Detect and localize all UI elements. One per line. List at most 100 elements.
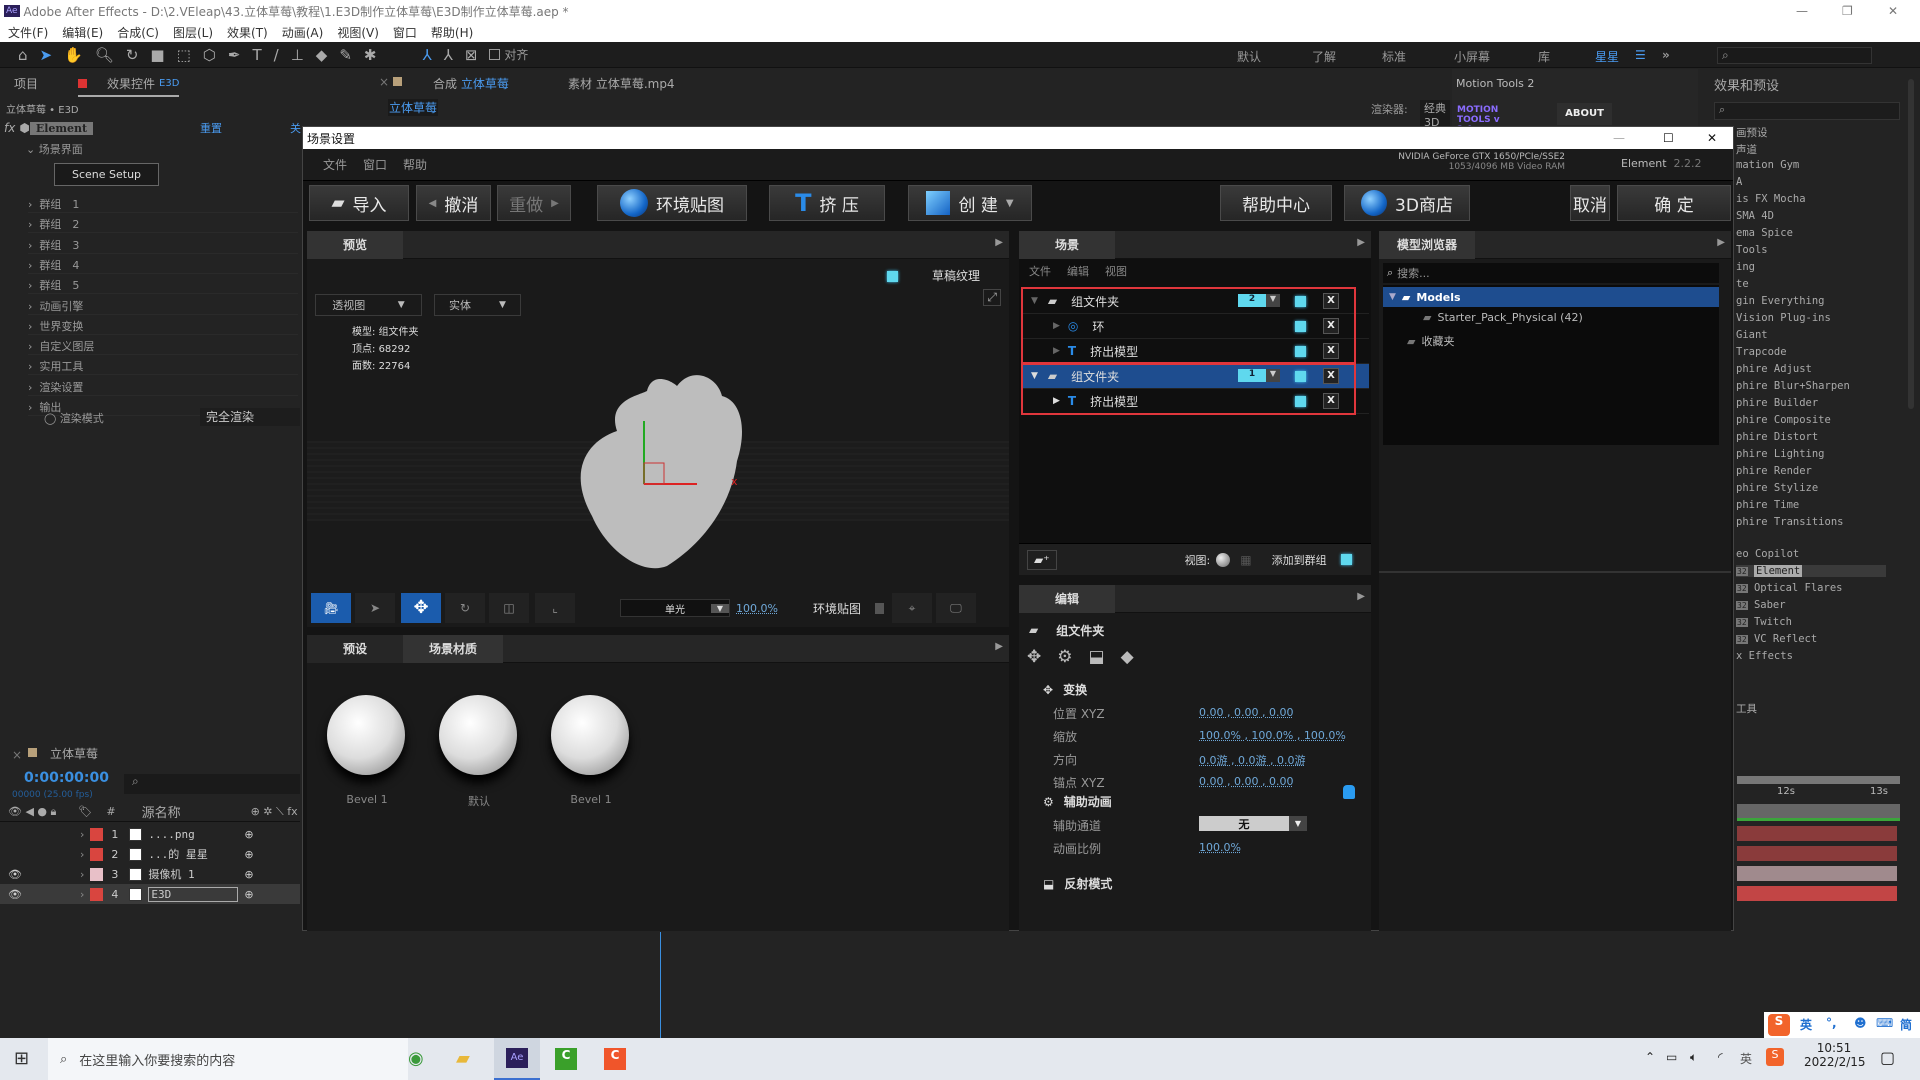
cubes-view-icon[interactable]: ▦ (1240, 553, 1251, 567)
menu-help[interactable]: 帮助(H) (431, 24, 473, 41)
effect-group[interactable]: › 群组 2 (28, 216, 298, 234)
restore-button[interactable]: ❐ (1842, 4, 1853, 18)
zoom-tool-icon[interactable]: 🔍︎ (95, 46, 114, 64)
close-button[interactable]: ✕ (1888, 4, 1898, 18)
dialog-close-button[interactable]: ✕ (1707, 131, 1717, 145)
tab-model-browser[interactable]: 模型浏览器 (1379, 230, 1475, 259)
pan-behind-tool-icon[interactable]: ⬚ (177, 46, 191, 64)
tab-project[interactable]: 项目 (14, 75, 38, 92)
close-timeline-icon[interactable]: × (12, 748, 22, 762)
panel-menu-arrow-icon[interactable]: ▶ (995, 641, 1003, 652)
shading-select[interactable]: 实体 ▼ (434, 294, 521, 316)
sphere-view-icon[interactable] (1216, 552, 1231, 567)
about-link[interactable]: 关 (290, 120, 301, 136)
workspace-library[interactable]: 库 (1538, 48, 1550, 65)
workspace-default[interactable]: 默认 (1237, 48, 1261, 65)
new-group-folder-icon[interactable]: ▰⁺ (1027, 549, 1057, 570)
tab-presets[interactable]: 预设 (307, 634, 403, 663)
effect-item[interactable]: 32 VC Reflect (1736, 633, 1817, 645)
lighting-select[interactable]: 单光 ▼ (620, 599, 730, 617)
sogou-icon[interactable]: S (1768, 1014, 1790, 1036)
workspace-learn[interactable]: 了解 (1312, 48, 1336, 65)
tab-scene-materials[interactable]: 场景材质 (403, 634, 503, 663)
property-value[interactable]: 0.0游 , 0.0游 , 0.0游 (1199, 752, 1305, 768)
layer-name[interactable]: E3D (148, 886, 239, 902)
menu-window[interactable]: 窗口 (393, 24, 417, 41)
3d-store-button[interactable]: 3D商店 (1344, 185, 1470, 221)
effects-category[interactable]: te (1736, 278, 1749, 290)
effects-category[interactable]: SMA 4D (1736, 210, 1774, 222)
puppet-tool-icon[interactable]: ✱ (364, 46, 377, 64)
tab-scene[interactable]: 场景 (1019, 230, 1115, 259)
comp-subtab[interactable]: 立体草莓 (388, 99, 438, 116)
gears-section-icon[interactable]: ⚙ (1057, 647, 1072, 667)
tray-ime[interactable]: 英 (1740, 1050, 1752, 1067)
effects-category[interactable]: Giant (1736, 329, 1768, 341)
effect-group[interactable]: › 群组 1 (28, 196, 298, 213)
tree-item-models[interactable]: ▼ ▰ Models (1383, 287, 1719, 307)
effect-group[interactable]: › 群组 4 (28, 257, 298, 274)
dialog-menu-file[interactable]: 文件 (323, 156, 347, 173)
fx-icon[interactable]: fx (4, 121, 15, 135)
menu-view[interactable]: 视图(V) (337, 24, 379, 41)
effects-category[interactable]: Tools (1736, 244, 1768, 256)
playhead[interactable] (660, 932, 661, 1038)
dialog-menu-window[interactable]: 窗口 (363, 156, 387, 173)
pen-tool-icon[interactable]: ✒ (228, 46, 241, 64)
reset-link[interactable]: 重置 (200, 120, 222, 136)
tab-footage[interactable]: 素材 立体草莓.mp4 (568, 75, 675, 92)
tab-preview[interactable]: 预览 (307, 230, 403, 259)
effects-category[interactable]: phire Stylize (1736, 482, 1818, 494)
reflection-section-icon[interactable]: ⬓ (1089, 647, 1105, 667)
menu-file[interactable]: 文件(F) (8, 24, 48, 41)
shy-switch-icon[interactable]: ⊕ (244, 888, 253, 901)
layer-row[interactable]: › 2 ...的 星星 ⊕ (0, 844, 300, 864)
renderer-select[interactable]: 经典 3D (1420, 100, 1450, 129)
effects-category[interactable]: Trapcode (1736, 346, 1787, 358)
effect-group[interactable]: › 世界变换 (28, 318, 298, 335)
workspace-standard[interactable]: 标准 (1382, 48, 1406, 65)
effect-group[interactable]: › 实用工具 (28, 358, 298, 376)
layer-row[interactable]: › 1 ....png ⊕ (0, 824, 300, 844)
effects-category[interactable]: phire Blur+Sharpen (1736, 380, 1850, 392)
expand-arrow-icon[interactable]: › (80, 868, 84, 881)
strawberry-model[interactable] (547, 351, 807, 591)
transform-section-icon[interactable]: ✥ (1027, 647, 1041, 667)
tray-chevron-icon[interactable]: ⌃ (1645, 1050, 1655, 1064)
keyboard-icon[interactable]: ⌨ (1876, 1016, 1893, 1030)
effect-group[interactable]: › 渲染设置 (28, 379, 298, 396)
browser-splitter[interactable] (1379, 571, 1731, 573)
clock[interactable]: 10:51 2022/2/15 (1804, 1041, 1866, 1069)
lock-icon[interactable] (1343, 785, 1355, 799)
effect-item[interactable]: 32 Saber (1736, 599, 1786, 611)
extrude-button[interactable]: T挤 压 (769, 185, 885, 221)
align-checkbox[interactable] (489, 49, 501, 60)
property-value[interactable]: 0.00 , 0.00 , 0.00 (1199, 775, 1293, 788)
about-button[interactable]: ABOUT (1557, 103, 1612, 125)
scene-interface-group[interactable]: ⌄ 场景界面 (26, 141, 83, 157)
scene-menu-view[interactable]: 视图 (1105, 263, 1127, 279)
panel-menu-arrow-icon[interactable]: ▶ (995, 237, 1003, 248)
menu-edit[interactable]: 编辑(E) (62, 24, 103, 41)
light-intensity[interactable]: 100.0% (736, 602, 778, 615)
aux-anim-heading[interactable]: ⚙ 辅助动画 (1043, 793, 1112, 810)
effects-category[interactable]: A (1736, 176, 1742, 188)
tree-item-starter-pack[interactable]: ▰ Starter_Pack_Physical (42) (1423, 311, 1583, 324)
env-map-toggle[interactable] (874, 602, 884, 614)
layer-label-color[interactable] (90, 847, 104, 861)
property-value[interactable]: 0.00 , 0.00 , 0.00 (1199, 706, 1293, 719)
axis-world-icon[interactable]: ⅄ (444, 46, 453, 64)
menu-composition[interactable]: 合成(C) (117, 24, 159, 41)
stamp-tool-icon[interactable]: ⊥ (291, 46, 304, 64)
effects-category[interactable]: ema Spice (1736, 227, 1793, 239)
effects-category[interactable]: phire Builder (1736, 397, 1818, 409)
effect-group[interactable]: › 群组 3 (28, 237, 298, 254)
effect-name[interactable]: Element (29, 121, 94, 135)
layer-label-color[interactable] (90, 827, 104, 841)
ok-button[interactable]: 确 定 (1617, 185, 1731, 221)
layer-duration-bar[interactable] (1737, 866, 1897, 881)
layer-name[interactable]: ....png (148, 828, 238, 841)
tab-edit[interactable]: 编辑 (1019, 585, 1115, 613)
property-value[interactable]: 100.0% , 100.0% , 100.0% (1199, 729, 1346, 742)
shape-tool-icon[interactable]: ⬡ (203, 46, 216, 64)
